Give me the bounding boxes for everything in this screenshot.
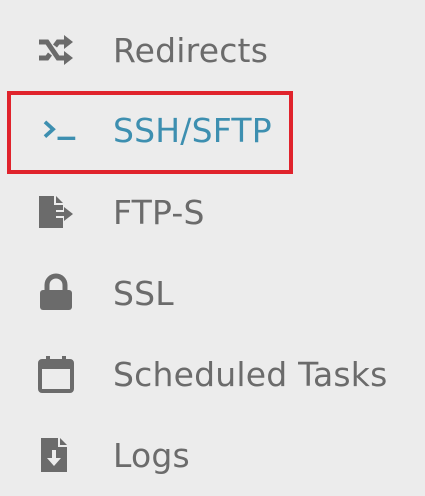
shuffle-icon <box>36 30 76 70</box>
menu-item-redirects[interactable]: Redirects <box>0 10 425 90</box>
menu-item-label: SSL <box>113 273 174 313</box>
menu-item-logs[interactable]: Logs <box>0 415 425 495</box>
file-download-icon <box>36 435 76 475</box>
sidebar-menu: Redirects SSH/SFTP FTP-S SSL Scheduled T… <box>0 0 425 496</box>
menu-item-scheduled-tasks[interactable]: Scheduled Tasks <box>0 334 425 414</box>
lock-icon <box>36 273 76 313</box>
menu-item-label: FTP-S <box>113 192 205 232</box>
terminal-icon <box>36 110 76 150</box>
menu-item-ssl[interactable]: SSL <box>0 253 425 333</box>
calendar-icon <box>36 354 76 394</box>
menu-item-label: Redirects <box>113 30 269 70</box>
menu-item-ssh-sftp[interactable]: SSH/SFTP <box>0 90 425 170</box>
menu-item-label: SSH/SFTP <box>113 110 272 150</box>
menu-item-label: Logs <box>113 435 190 475</box>
file-export-icon <box>36 192 76 232</box>
menu-item-ftp-s[interactable]: FTP-S <box>0 172 425 252</box>
menu-item-label: Scheduled Tasks <box>113 354 388 394</box>
